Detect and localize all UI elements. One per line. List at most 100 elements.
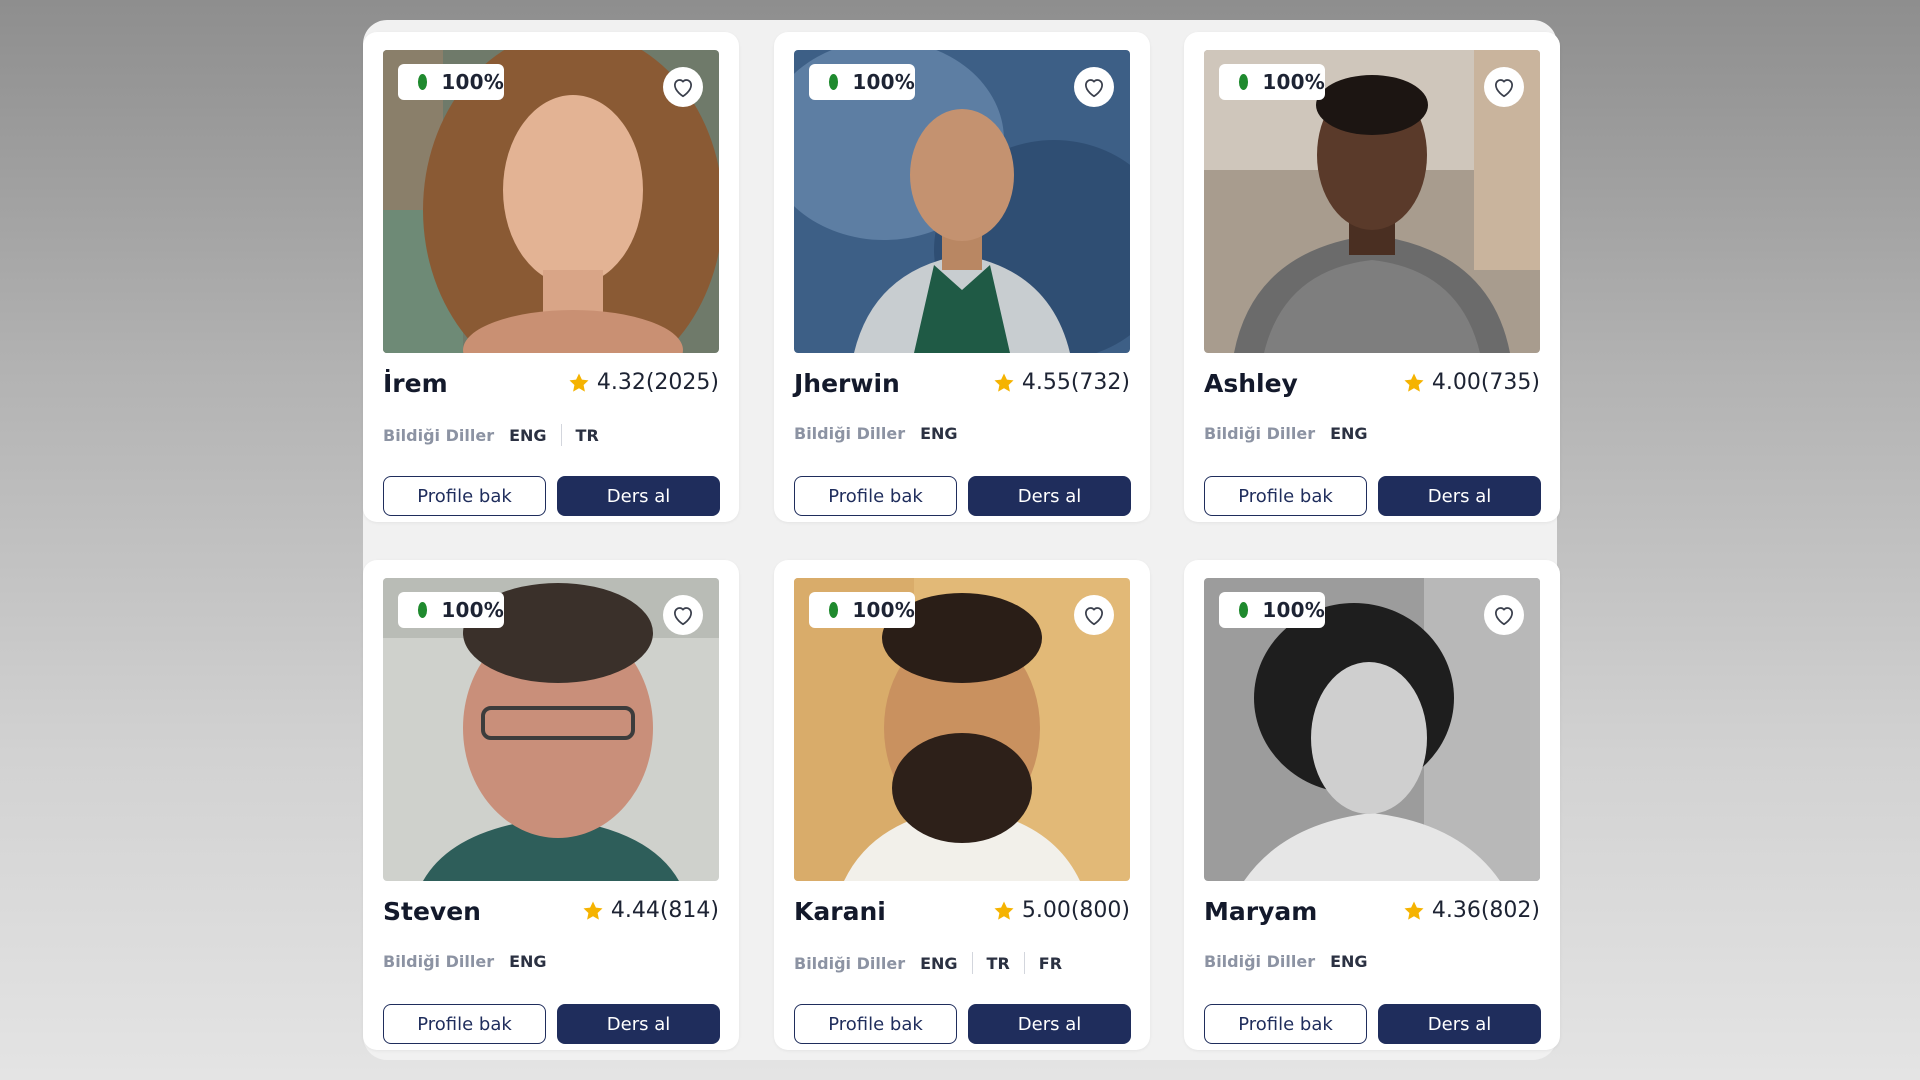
online-dot — [829, 602, 839, 618]
availability-badge: 100% — [1219, 592, 1325, 628]
tutor-photo[interactable]: 100% — [383, 578, 719, 881]
book-lesson-button[interactable]: Ders al — [968, 1004, 1131, 1044]
view-profile-button[interactable]: Profile bak — [794, 1004, 957, 1044]
review-count: (732) — [1070, 370, 1130, 395]
languages-label: Bildiği Diller — [1204, 424, 1316, 443]
tutor-card: 100% Jherwin 4.55 (732) Bildiği Diller EN… — [774, 32, 1150, 522]
tutor-grid: 100% İrem 4.32 (2025) Bildiği Diller ENG … — [363, 20, 1560, 1060]
rating-value: 5.00 — [1021, 898, 1071, 923]
book-lesson-button[interactable]: Ders al — [1378, 1004, 1541, 1044]
tutor-rating: 4.00 (735) — [1402, 370, 1540, 395]
favorite-button[interactable] — [1484, 595, 1524, 635]
language-tag: FR — [1038, 953, 1063, 973]
language-tag: TR — [575, 425, 599, 445]
availability-value: 100% — [441, 598, 504, 622]
heart-icon — [1495, 79, 1513, 98]
view-profile-button[interactable]: Profile bak — [794, 476, 957, 516]
language-tag: ENG — [920, 424, 958, 443]
language-tag: ENG — [1330, 424, 1368, 443]
heart-icon — [674, 607, 692, 626]
review-count: (735) — [1480, 370, 1540, 395]
availability-badge: 100% — [809, 592, 915, 628]
book-lesson-button[interactable]: Ders al — [557, 476, 720, 516]
tutor-photo[interactable]: 100% — [383, 50, 719, 353]
online-dot — [1239, 602, 1249, 618]
view-profile-button[interactable]: Profile bak — [1204, 476, 1367, 516]
book-lesson-button[interactable]: Ders al — [968, 476, 1131, 516]
languages-row: Bildiği Diller ENG TR FR — [794, 952, 1062, 974]
rating-value: 4.55 — [1021, 370, 1071, 395]
language-divider — [560, 424, 562, 446]
rating-value: 4.00 — [1431, 370, 1481, 395]
heart-icon — [1085, 607, 1103, 626]
tutor-rating: 4.55 (732) — [992, 370, 1130, 395]
languages-label: Bildiği Diller — [794, 953, 906, 973]
tutor-photo[interactable]: 100% — [794, 578, 1130, 881]
language-divider — [1023, 952, 1025, 974]
tutor-name[interactable]: Steven — [383, 897, 481, 926]
star-icon — [583, 901, 603, 920]
availability-badge: 100% — [1219, 64, 1325, 100]
tutor-rating: 4.44 (814) — [581, 898, 719, 923]
favorite-button[interactable] — [1074, 595, 1114, 635]
tutor-rating: 5.00 (800) — [992, 898, 1130, 923]
availability-value: 100% — [1262, 598, 1325, 622]
languages-row: Bildiği Diller ENG — [1204, 424, 1368, 443]
language-tag: ENG — [920, 953, 958, 973]
view-profile-button[interactable]: Profile bak — [383, 1004, 546, 1044]
tutor-name[interactable]: Maryam — [1204, 897, 1317, 926]
availability-value: 100% — [441, 70, 504, 94]
star-icon — [1404, 901, 1424, 920]
languages-row: Bildiği Diller ENG — [383, 952, 547, 971]
tutor-rating: 4.32 (2025) — [567, 370, 719, 395]
tutor-photo[interactable]: 100% — [1204, 578, 1540, 881]
favorite-button[interactable] — [1484, 67, 1524, 107]
languages-label: Bildiği Diller — [383, 425, 495, 445]
online-dot — [1239, 74, 1249, 90]
favorite-button[interactable] — [1074, 67, 1114, 107]
tutor-grid-panel: 100% İrem 4.32 (2025) Bildiği Diller ENG … — [363, 20, 1560, 1060]
book-lesson-button[interactable]: Ders al — [557, 1004, 720, 1044]
tutor-card: 100% Ashley 4.00 (735) Bildiği Diller ENG… — [1184, 32, 1560, 522]
tutor-name[interactable]: Karani — [794, 897, 886, 926]
heart-icon — [1085, 79, 1103, 98]
languages-label: Bildiği Diller — [1204, 952, 1316, 971]
languages-row: Bildiği Diller ENG — [1204, 952, 1368, 971]
review-count: (802) — [1480, 898, 1540, 923]
tutor-rating: 4.36 (802) — [1402, 898, 1540, 923]
rating-value: 4.44 — [610, 898, 660, 923]
language-divider — [971, 952, 973, 974]
star-icon — [1404, 373, 1424, 392]
tutor-name[interactable]: İrem — [383, 369, 448, 398]
tutor-card: 100% İrem 4.32 (2025) Bildiği Diller ENG … — [363, 32, 739, 522]
favorite-button[interactable] — [663, 67, 703, 107]
online-dot — [418, 602, 428, 618]
tutor-photo[interactable]: 100% — [794, 50, 1130, 353]
online-dot — [418, 74, 428, 90]
languages-label: Bildiği Diller — [383, 952, 495, 971]
languages-row: Bildiği Diller ENG — [794, 424, 958, 443]
tutor-photo[interactable]: 100% — [1204, 50, 1540, 353]
review-count: (814) — [659, 898, 719, 923]
tutor-card: 100% Maryam 4.36 (802) Bildiği Diller ENG… — [1184, 560, 1560, 1050]
language-tag: ENG — [1330, 952, 1368, 971]
review-count: (2025) — [645, 370, 719, 395]
languages-row: Bildiği Diller ENG TR — [383, 424, 599, 446]
tutor-card: 100% Steven 4.44 (814) Bildiği Diller ENG… — [363, 560, 739, 1050]
tutor-card: 100% Karani 5.00 (800) Bildiği Diller ENG… — [774, 560, 1150, 1050]
tutor-name[interactable]: Ashley — [1204, 369, 1298, 398]
availability-value: 100% — [1262, 70, 1325, 94]
star-icon — [994, 373, 1014, 392]
view-profile-button[interactable]: Profile bak — [383, 476, 546, 516]
view-profile-button[interactable]: Profile bak — [1204, 1004, 1367, 1044]
review-count: (800) — [1070, 898, 1130, 923]
heart-icon — [674, 79, 692, 98]
heart-icon — [1495, 607, 1513, 626]
tutor-name[interactable]: Jherwin — [794, 369, 900, 398]
language-tag: ENG — [509, 425, 547, 445]
favorite-button[interactable] — [663, 595, 703, 635]
book-lesson-button[interactable]: Ders al — [1378, 476, 1541, 516]
rating-value: 4.32 — [596, 370, 646, 395]
star-icon — [569, 373, 589, 392]
online-dot — [829, 74, 839, 90]
